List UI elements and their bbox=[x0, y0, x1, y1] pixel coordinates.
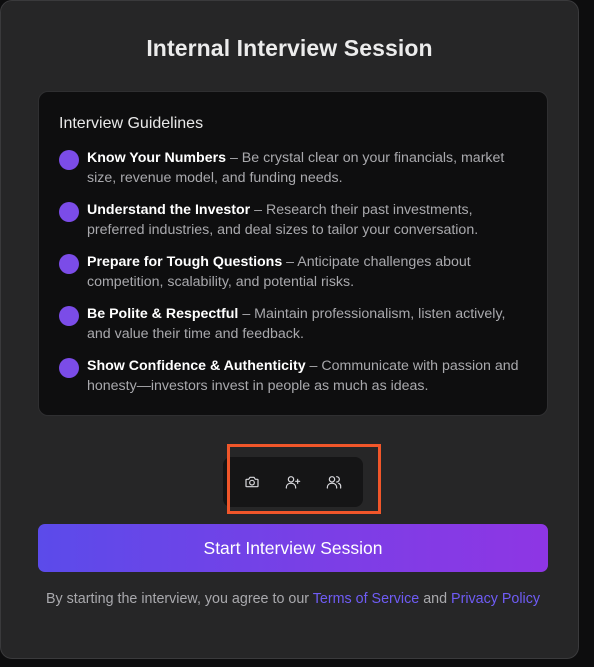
terms-of-service-link[interactable]: Terms of Service bbox=[313, 591, 419, 607]
guideline-item: Be Polite & Respectful – Maintain profes… bbox=[59, 304, 529, 356]
guideline-title: Understand the Investor bbox=[87, 202, 251, 218]
bullet-dot-icon bbox=[59, 306, 79, 326]
start-interview-button[interactable]: Start Interview Session bbox=[38, 524, 548, 572]
toolbar-highlight-frame bbox=[227, 444, 381, 514]
bullet-dot-icon bbox=[59, 150, 79, 170]
guidelines-heading: Interview Guidelines bbox=[59, 115, 204, 132]
bullet-dot-icon bbox=[59, 254, 79, 274]
guideline-title: Show Confidence & Authenticity bbox=[87, 358, 306, 374]
guideline-item: Know Your Numbers – Be crystal clear on … bbox=[59, 148, 529, 200]
guideline-item: Show Confidence & Authenticity – Communi… bbox=[59, 356, 529, 408]
terms-notice: By starting the interview, you agree to … bbox=[38, 589, 548, 609]
guideline-title: Know Your Numbers bbox=[87, 150, 226, 166]
guideline-item: Understand the Investor – Research their… bbox=[59, 200, 529, 252]
page-title: Internal Interview Session bbox=[146, 35, 433, 61]
session-card: Internal Interview Session Interview Gui… bbox=[0, 0, 579, 659]
terms-prefix: By starting the interview, you agree to … bbox=[45, 591, 313, 607]
guidelines-panel: Interview Guidelines Know Your Numbers –… bbox=[38, 91, 548, 416]
terms-and: and bbox=[419, 591, 452, 607]
privacy-policy-link[interactable]: Privacy Policy bbox=[451, 591, 540, 607]
bullet-dot-icon bbox=[59, 202, 79, 222]
guidelines-list: Know Your Numbers – Be crystal clear on … bbox=[59, 148, 529, 408]
bullet-dot-icon bbox=[59, 358, 79, 378]
guideline-item: Prepare for Tough Questions – Anticipate… bbox=[59, 252, 529, 304]
guideline-title: Prepare for Tough Questions bbox=[87, 254, 283, 270]
guideline-title: Be Polite & Respectful bbox=[87, 306, 239, 322]
